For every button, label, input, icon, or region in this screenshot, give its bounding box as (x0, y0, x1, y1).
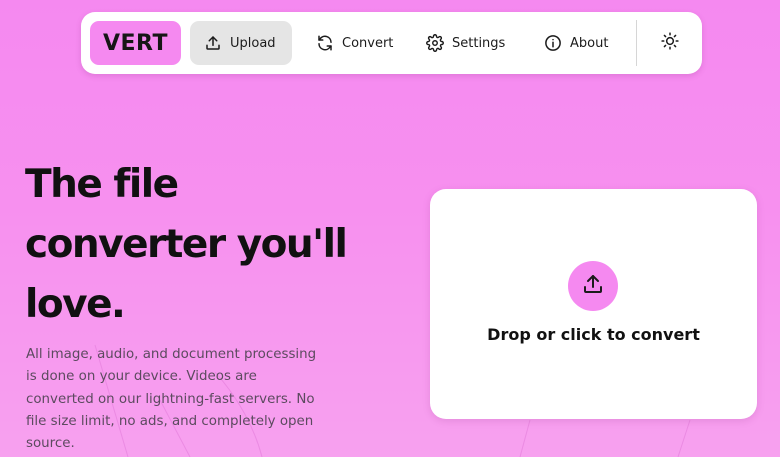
nav-upload[interactable]: Upload (190, 21, 292, 65)
logo-text: VERT (102, 30, 168, 56)
description-line: is done on your device. Videos are (26, 369, 257, 385)
info-icon (544, 34, 562, 52)
nav-convert[interactable]: Convert (302, 21, 407, 65)
hero-description: All image, audio, and document processin… (26, 344, 356, 455)
theme-toggle-button[interactable] (652, 25, 688, 61)
nav-settings-label: Settings (452, 35, 506, 51)
sun-icon (660, 31, 680, 55)
nav-divider (636, 20, 637, 66)
nav-upload-label: Upload (230, 35, 276, 51)
gear-icon (426, 34, 444, 52)
nav-convert-label: Convert (342, 35, 394, 51)
nav-about-label: About (570, 35, 609, 51)
file-dropzone[interactable]: Drop or click to convert (430, 189, 757, 419)
refresh-icon (316, 34, 334, 52)
hero-title: The file converter you'll love. (25, 155, 385, 335)
description-line: converted on our lightning-fast servers.… (26, 391, 315, 407)
upload-icon (204, 34, 222, 52)
vert-logo[interactable]: VERT (90, 21, 181, 65)
hero-title-line: love. (25, 282, 126, 327)
hero-title-line: converter you'll (25, 222, 348, 267)
nav-about[interactable]: About (530, 21, 622, 65)
description-line: All image, audio, and document processin… (26, 347, 317, 362)
description-line: file size limit, no ads, and completely … (26, 413, 314, 429)
upload-icon (581, 272, 605, 300)
nav-settings[interactable]: Settings (412, 21, 519, 65)
navbar: VERT Upload Convert Settings About (81, 12, 702, 74)
hero-title-line: The file (25, 162, 179, 207)
dropzone-upload-button[interactable] (568, 261, 618, 311)
dropzone-label: Drop or click to convert (487, 325, 700, 344)
description-line: source. (26, 436, 75, 452)
